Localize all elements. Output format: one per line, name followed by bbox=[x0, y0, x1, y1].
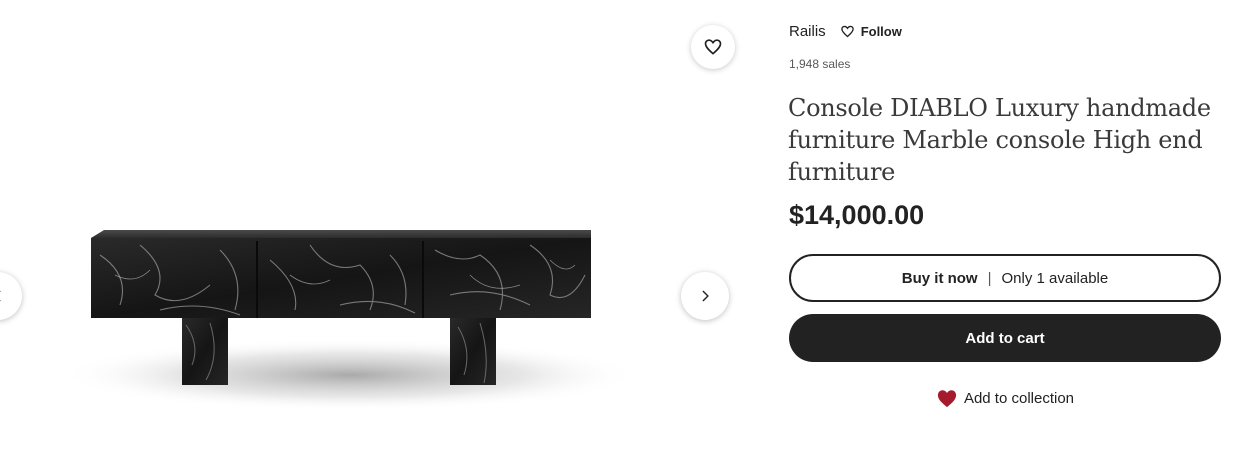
buy-it-now-button[interactable]: Buy it now | Only 1 available bbox=[789, 254, 1221, 302]
add-to-collection-button[interactable]: Add to collection bbox=[789, 386, 1221, 410]
add-to-cart-button[interactable]: Add to cart bbox=[789, 314, 1221, 362]
shop-row: Railis Follow bbox=[789, 21, 902, 41]
separator: | bbox=[987, 269, 992, 287]
listing-title: Console DIABLO Luxury handmade furniture… bbox=[788, 94, 1211, 186]
next-image-button[interactable] bbox=[681, 272, 729, 320]
heart-filled-icon bbox=[937, 390, 957, 408]
heart-outline-icon bbox=[704, 39, 722, 55]
add-to-cart-label: Add to cart bbox=[965, 329, 1045, 347]
product-image bbox=[60, 230, 640, 411]
shop-name-link[interactable]: Railis bbox=[789, 23, 826, 40]
previous-image-button[interactable] bbox=[0, 272, 22, 320]
chevron-left-icon bbox=[0, 290, 1, 302]
heart-outline-icon bbox=[840, 25, 854, 37]
listing-price: $14,000.00 bbox=[789, 200, 925, 230]
sales-count: 1,948 sales bbox=[789, 57, 851, 71]
favorite-button[interactable] bbox=[691, 25, 735, 69]
follow-button[interactable]: Follow bbox=[840, 24, 902, 39]
image-gallery bbox=[0, 0, 760, 456]
chevron-right-icon bbox=[702, 290, 709, 302]
follow-label: Follow bbox=[860, 23, 902, 39]
buy-it-now-label: Buy it now bbox=[901, 269, 978, 287]
availability-text: Only 1 available bbox=[1001, 269, 1109, 287]
add-to-collection-label: Add to collection bbox=[963, 389, 1075, 407]
